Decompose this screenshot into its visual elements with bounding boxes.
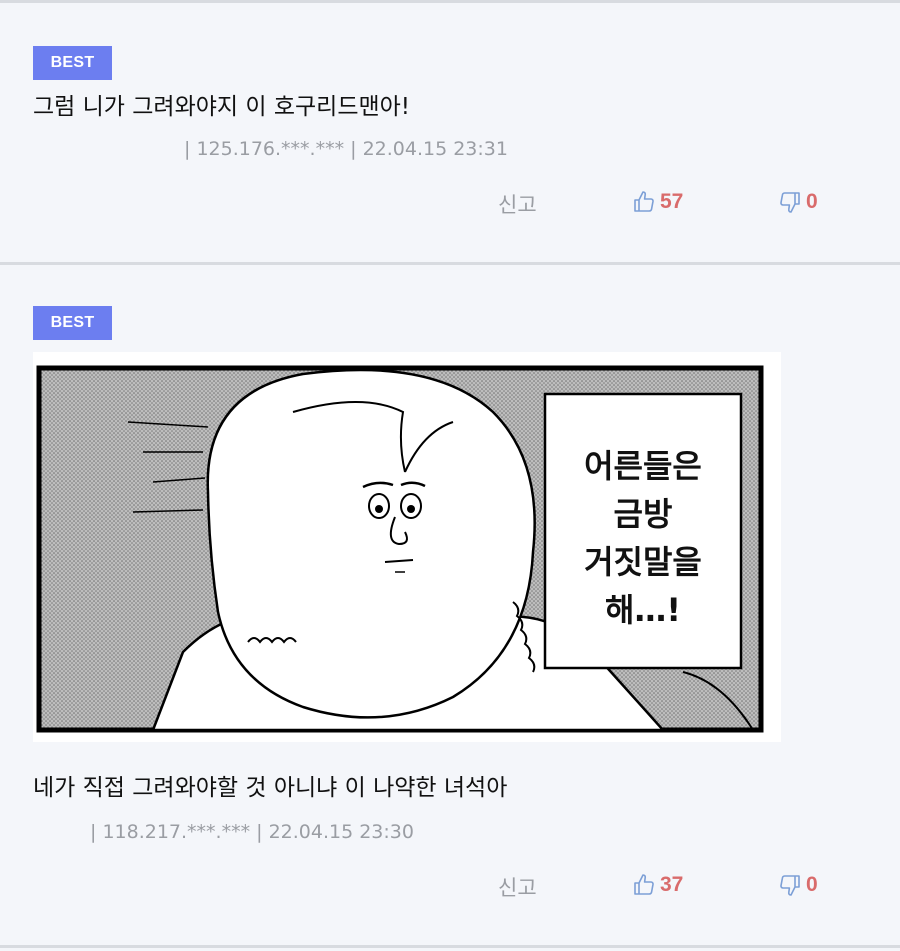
like-button[interactable]: 57 (632, 190, 683, 214)
report-button[interactable]: 신고 (498, 189, 537, 219)
comment-page: BEST 그럼 니가 그려와야지 이 호구리드맨아! | 125.176.***… (0, 0, 900, 951)
thumbs-down-icon (780, 875, 800, 896)
best-badge: BEST (33, 306, 112, 340)
like-count: 57 (660, 190, 684, 213)
comment-2: BEST 어른들은 금방 거짓말을 해…! 네가 직접 그려와야할 것 아니냐 … (0, 265, 900, 945)
speech-line-3: 거짓말을 (584, 543, 702, 581)
dislike-count: 0 (806, 190, 818, 213)
comment-1: BEST 그럼 니가 그려와야지 이 호구리드맨아! | 125.176.***… (0, 0, 900, 262)
dislike-button[interactable]: 0 (778, 873, 818, 897)
dislike-button[interactable]: 0 (778, 190, 818, 214)
best-badge: BEST (33, 46, 112, 80)
comment-meta: | 125.176.***.*** | 22.04.15 23:31 (184, 138, 508, 160)
dislike-count: 0 (806, 873, 818, 896)
thumbs-down-icon (780, 192, 800, 213)
report-button[interactable]: 신고 (498, 872, 537, 902)
comic-panel: 어른들은 금방 거짓말을 해…! (36, 365, 764, 733)
thumbs-up-icon (634, 874, 654, 895)
thumbs-up-icon (634, 191, 654, 212)
speech-line-2: 금방 (614, 495, 673, 533)
comment-text: 네가 직접 그려와야할 것 아니냐 이 나약한 녀석아 (33, 775, 508, 801)
comment-meta: | 118.217.***.*** | 22.04.15 23:30 (90, 821, 414, 843)
comment-image: 어른들은 금방 거짓말을 해…! (33, 352, 781, 742)
speech-line-4: 해…! (605, 591, 681, 629)
speech-line-1: 어른들은 (584, 447, 702, 485)
comment-text: 그럼 니가 그려와야지 이 호구리드맨아! (33, 94, 411, 120)
like-count: 37 (660, 873, 684, 896)
bottom-divider (0, 945, 900, 948)
like-button[interactable]: 37 (632, 873, 683, 897)
